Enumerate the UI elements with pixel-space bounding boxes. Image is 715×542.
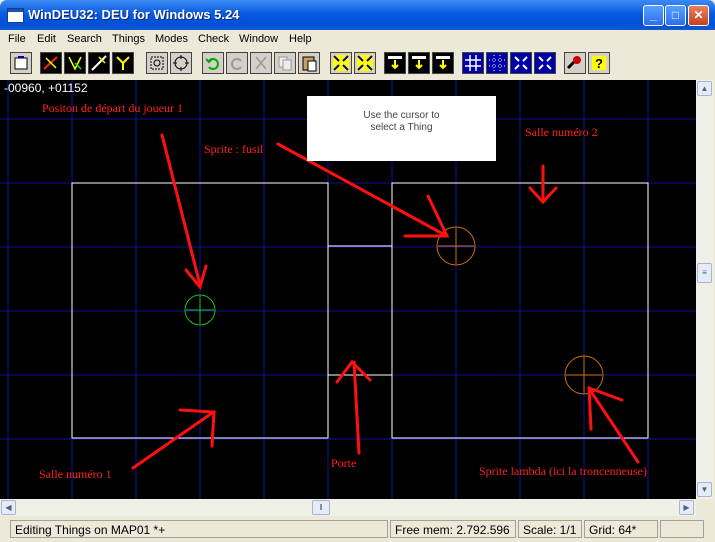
status-free-memory: Free mem: 2.792.596 bbox=[390, 520, 516, 538]
grid-icon[interactable] bbox=[462, 52, 484, 74]
undo-icon[interactable] bbox=[202, 52, 224, 74]
arrow-chainsaw bbox=[587, 385, 640, 464]
menu-bar: File Edit Search Things Modes Check Wind… bbox=[0, 30, 715, 49]
message-box: Use the cursor to select a Thing bbox=[307, 96, 496, 161]
annotation-arrows bbox=[131, 133, 640, 470]
menu-edit[interactable]: Edit bbox=[37, 33, 56, 45]
status-scale: Scale: 1/1 bbox=[518, 520, 582, 538]
status-bar: Editing Things on MAP01 *+ Free mem: 2.7… bbox=[0, 517, 715, 542]
app-icon[interactable] bbox=[7, 8, 24, 23]
menu-things[interactable]: Things bbox=[112, 33, 145, 45]
scroll-right-button[interactable]: ▶ bbox=[679, 500, 694, 515]
title-bar[interactable]: WinDEU32: DEU for Windows 5.24 _ □ ✕ bbox=[0, 0, 715, 30]
minimize-button[interactable]: _ bbox=[643, 5, 664, 26]
player-start-thing bbox=[184, 294, 216, 326]
linedef-icon[interactable] bbox=[40, 52, 62, 74]
close-button[interactable]: ✕ bbox=[688, 5, 709, 26]
zoom-out-icon[interactable] bbox=[534, 52, 556, 74]
horizontal-scrollbar[interactable]: ◀ ‖ ▶ bbox=[0, 499, 696, 516]
message-line-2: select a Thing bbox=[370, 122, 433, 133]
info-icon[interactable] bbox=[432, 52, 454, 74]
paste-icon[interactable] bbox=[298, 52, 320, 74]
status-grid: Grid: 64* bbox=[584, 520, 658, 538]
scroll-up-button[interactable]: ▲ bbox=[697, 81, 712, 96]
help-icon[interactable]: ? bbox=[588, 52, 610, 74]
label-salle1: Salle numéro 1 bbox=[39, 467, 112, 481]
zoom-fit-icon[interactable] bbox=[146, 52, 168, 74]
grid-dots-icon[interactable] bbox=[486, 52, 508, 74]
scroll-left-button[interactable]: ◀ bbox=[1, 500, 16, 515]
help-tool-icon[interactable] bbox=[564, 52, 586, 74]
label-sprite-fusil: Sprite : fusil bbox=[204, 142, 264, 156]
menu-window[interactable]: Window bbox=[239, 33, 278, 45]
map-canvas[interactable]: -00960, +01152 Use the cursor to select … bbox=[0, 80, 696, 499]
menu-search[interactable]: Search bbox=[67, 33, 102, 45]
maximize-button[interactable]: □ bbox=[665, 5, 686, 26]
menu-check[interactable]: Check bbox=[198, 33, 229, 45]
message-line-1: Use the cursor to bbox=[363, 110, 440, 121]
status-extra-pane bbox=[660, 520, 704, 538]
chainsaw-thing bbox=[564, 355, 604, 395]
grid-shrink-icon[interactable] bbox=[330, 52, 352, 74]
menu-file[interactable]: File bbox=[8, 33, 26, 45]
sector-icon[interactable] bbox=[64, 52, 86, 74]
scroll-down-button[interactable]: ▼ bbox=[697, 482, 712, 497]
arrow-salle2 bbox=[528, 164, 558, 205]
zoom-in-icon[interactable] bbox=[510, 52, 532, 74]
vertical-scrollbar[interactable]: ▲ ≡ ▼ bbox=[696, 80, 713, 499]
grid-expand-icon[interactable] bbox=[354, 52, 376, 74]
window-title: WinDEU32: DEU for Windows 5.24 bbox=[28, 7, 240, 22]
thing-icon[interactable] bbox=[112, 52, 134, 74]
vertical-scroll-thumb[interactable]: ≡ bbox=[697, 263, 712, 283]
delete-icon[interactable] bbox=[408, 52, 430, 74]
coordinates-readout: -00960, +01152 bbox=[4, 81, 88, 95]
label-player-start: Positon de départ du joueur 1 bbox=[42, 101, 183, 115]
redo-icon[interactable] bbox=[226, 52, 248, 74]
svg-text:?: ? bbox=[595, 56, 603, 71]
status-mode: Editing Things on MAP01 *+ bbox=[10, 520, 388, 538]
label-salle2: Salle numéro 2 bbox=[525, 125, 598, 139]
label-sprite-lambda: Sprite lambda (ici la troncenneuse) bbox=[479, 464, 647, 478]
copy-icon[interactable] bbox=[274, 52, 296, 74]
label-porte: Porte bbox=[331, 456, 357, 470]
menu-help[interactable]: Help bbox=[289, 33, 312, 45]
toolbar: ? bbox=[4, 51, 711, 78]
horizontal-scroll-thumb[interactable]: ‖ bbox=[312, 500, 330, 515]
center-icon[interactable] bbox=[170, 52, 192, 74]
insert-icon[interactable] bbox=[384, 52, 406, 74]
menu-modes[interactable]: Modes bbox=[155, 33, 188, 45]
vertex-icon[interactable] bbox=[88, 52, 110, 74]
arrow-player-start bbox=[160, 133, 208, 291]
open-icon[interactable] bbox=[10, 52, 32, 74]
cut-icon[interactable] bbox=[250, 52, 272, 74]
